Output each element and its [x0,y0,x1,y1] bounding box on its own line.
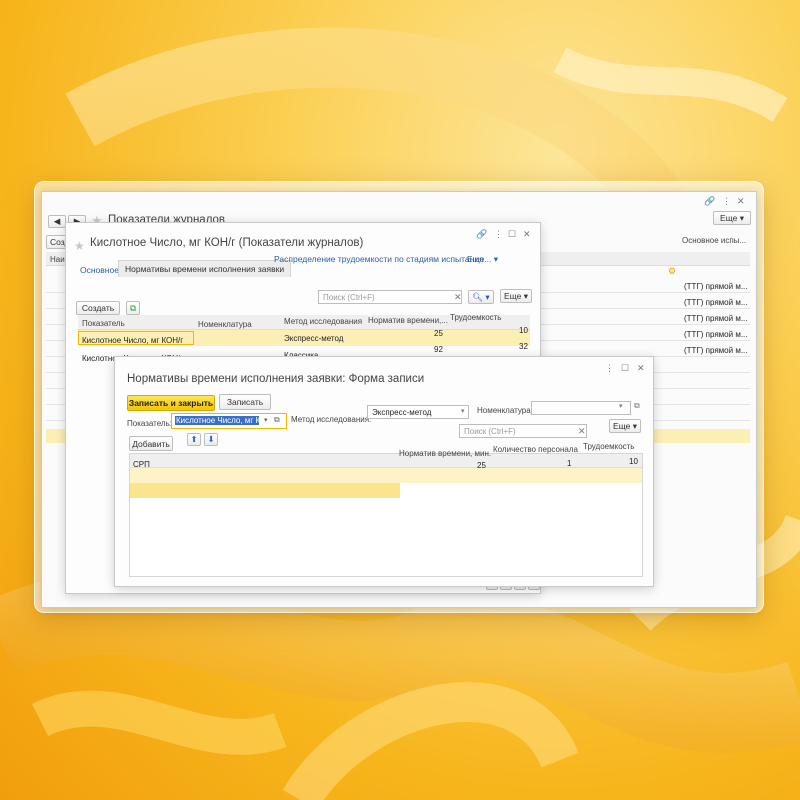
indicator-label: Показатель: [127,419,172,428]
move-up-button[interactable]: ⬆ [187,433,201,446]
table-row[interactable] [130,468,642,483]
tab-labor-distribution[interactable]: Распределение трудоемкости по стадиям ис… [274,254,484,264]
col-norm: Норматив времени,... [368,316,448,325]
cell-staff: 1 [567,459,572,468]
clear-icon[interactable]: ✕ [578,427,586,436]
dropdown-icon[interactable]: ▾ [619,403,623,410]
selected-cell [130,483,400,498]
method-label: Метод исследования: [291,415,372,424]
cell-name: СРП [133,460,150,469]
table-header [130,454,642,468]
cell-labor: 10 [629,457,638,466]
right-row-4: (ТТГ) прямой м... [684,330,748,339]
indicator-field[interactable]: Кислотное Число, мг КОН/г ▾ ⧉ [171,413,287,429]
search-button[interactable]: 🔍︎ ▾ [468,290,494,304]
link-icon[interactable]: 🔗 [704,197,715,206]
copy-icon: ⧉ [129,302,137,313]
close-icon[interactable]: ✕ [523,230,531,239]
create-button[interactable]: Создать [76,301,120,315]
cell-indicator: Кислотное Число, мг КОН/г [82,336,184,345]
col-labor: Трудоемкость [450,313,502,322]
right-row-3: (ТТГ) прямой м... [684,314,748,323]
stack-icon: ⚙ [668,266,677,276]
open-icon[interactable]: ⧉ [274,415,280,425]
search-input[interactable]: Поиск (Ctrl+F) [318,290,462,304]
col-staff: Количество персонала [493,445,578,454]
move-down-button[interactable]: ⬇ [204,433,218,446]
open-icon[interactable]: ⧉ [634,402,640,410]
more-button[interactable]: Еще ▾ [609,419,641,433]
window-title: Кислотное Число, мг КОН/г (Показатели жу… [90,237,364,249]
cell-norm: 25 [477,461,486,470]
add-button[interactable]: Добавить [129,436,173,451]
cell-labor: 32 [519,342,528,351]
window-title: Нормативы времени исполнения заявки: Фор… [127,373,425,385]
menu-dots-icon[interactable]: ⋮ [605,364,614,373]
link-icon[interactable]: 🔗 [476,230,487,239]
tab-time-norms[interactable]: Нормативы времени исполнения заявки [118,260,292,277]
right-row-1: (ТТГ) прямой м... [684,282,748,291]
cell-norm: 92 [434,345,443,354]
arrow-down-icon: ⬇ [207,434,215,444]
back-button[interactable]: ◀ [48,215,66,228]
menu-dots-icon[interactable]: ⋮ [722,197,731,206]
cell-labor: 10 [519,326,528,335]
save-button[interactable]: Записать [219,394,271,410]
arrow-up-icon: ⬆ [190,434,198,444]
right-row-2: (ТТГ) прямой м... [684,298,748,307]
nomenclature-label: Номенклатура: [477,406,533,415]
more-button[interactable]: Еще ▾ [713,211,751,225]
maximize-icon[interactable]: ☐ [621,364,629,373]
save-and-close-button[interactable]: Записать и закрыть [127,395,215,411]
arrow-left-icon: ◀ [53,216,61,226]
col-main-header: Основное испы... [682,236,747,245]
indicator-value: Кислотное Число, мг КОН/г [175,416,259,425]
search-input[interactable]: Поиск (Ctrl+F) [459,424,587,438]
cell-norm: 25 [434,329,443,338]
col-nomenclature: Номенклатура [198,320,252,329]
close-icon[interactable]: ✕ [637,364,645,373]
close-icon[interactable]: ✕ [737,197,745,206]
maximize-icon[interactable]: ☐ [508,230,516,239]
tab-more[interactable]: Еще... ▾ [467,254,498,265]
col-indicator: Показатель [82,319,125,328]
tab-main[interactable]: Основное [80,265,119,275]
search-icon: 🔍︎ ▾ [472,291,490,302]
nomenclature-field[interactable] [531,401,631,415]
dropdown-icon[interactable]: ▾ [461,408,465,415]
col-method: Метод исследования [284,317,363,326]
method-field[interactable]: Экспресс-метод [367,405,469,419]
star-icon[interactable]: ★ [74,240,85,252]
clear-icon[interactable]: ✕ [454,293,462,302]
cell-method: Экспресс-метод [284,334,344,343]
record-form-window: Нормативы времени исполнения заявки: Фор… [114,356,654,587]
menu-dots-icon[interactable]: ⋮ [494,230,503,239]
dropdown-icon[interactable]: ▾ [264,416,268,424]
more-button[interactable]: Еще ▾ [500,289,532,303]
right-row-5: (ТТГ) прямой м... [684,346,748,355]
add-copy-button[interactable]: ⧉ [126,301,140,315]
col-norm: Норматив времени, мин. [399,449,492,458]
col-labor: Трудоемкость [583,442,635,451]
